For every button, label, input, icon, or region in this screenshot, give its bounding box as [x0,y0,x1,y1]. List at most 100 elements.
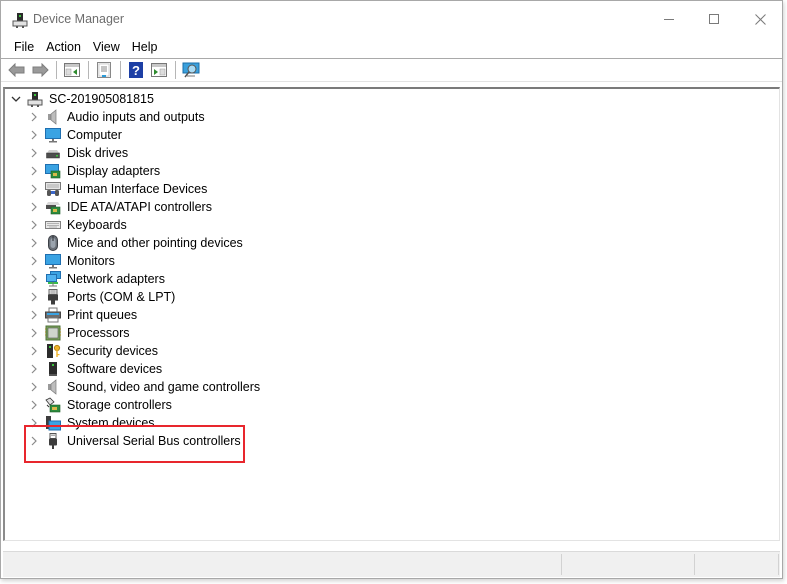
tree-node-processors[interactable]: Processors [27,324,130,342]
tree-node-label: Processors [67,326,130,340]
chevron-right-icon[interactable] [27,144,41,162]
chevron-right-icon[interactable] [27,216,41,234]
chevron-right-icon[interactable] [27,126,41,144]
device-manager-icon [12,12,28,28]
keyboard-icon [45,217,61,233]
properties-icon [97,62,111,78]
chevron-right-icon[interactable] [27,306,41,324]
close-icon [754,13,766,25]
tree-node-label: Software devices [67,362,163,376]
chevron-right-icon[interactable] [27,360,41,378]
window-title: Device Manager [33,12,125,26]
chevron-right-icon[interactable] [27,288,41,306]
mouse-icon [45,235,61,251]
tree-node-software-devices[interactable]: Software devices [27,360,162,378]
menu-file[interactable]: File [8,38,40,57]
tree-node-print-queues[interactable]: Print queues [27,306,137,324]
chevron-right-icon[interactable] [27,432,41,450]
tree-node-label: Keyboards [67,218,127,232]
tree-node-label: Computer [67,128,122,142]
tree-node-label: Monitors [67,254,115,268]
tree-node-label: Storage controllers [67,398,172,412]
forward-arrow-icon [32,63,49,77]
chevron-right-icon[interactable] [27,378,41,396]
chevron-right-icon[interactable] [27,342,41,360]
tree-node-label: IDE ATA/ATAPI controllers [67,200,212,214]
show-action-pane-button[interactable] [148,60,170,80]
tree-node-display-adapters[interactable]: Display adapters [27,162,160,180]
tree-node-label: Sound, video and game controllers [67,380,261,394]
tree-node-label: Audio inputs and outputs [67,110,205,124]
tree-node-computer[interactable]: Computer [27,126,122,144]
tree-node-label: Ports (COM & LPT) [67,290,176,304]
display-adapter-icon [45,163,61,179]
tree-node-ide-ata-atapi-controllers[interactable]: IDE ATA/ATAPI controllers [27,198,212,216]
tree-node-human-interface-devices[interactable]: Human Interface Devices [27,180,207,198]
port-icon [45,289,61,305]
device-tree[interactable]: SC-201905081815 Audio inputs and outputs… [3,87,780,541]
tree-node-sound-video-and-game-controllers[interactable]: Sound, video and game controllers [27,378,260,396]
status-pane-3 [695,554,779,575]
forward-button[interactable] [29,60,51,80]
minimize-button[interactable] [646,1,692,37]
tree-node-label: Network adapters [67,272,165,286]
tree-node-ports-com-lpt[interactable]: Ports (COM & LPT) [27,288,175,306]
help-button[interactable]: ? [125,60,147,80]
tree-node-audio-inputs-and-outputs[interactable]: Audio inputs and outputs [27,108,205,126]
tree-root-node[interactable]: SC-201905081815 [9,90,154,108]
chevron-right-icon[interactable] [27,252,41,270]
tree-node-disk-drives[interactable]: Disk drives [27,144,128,162]
console-tree-icon [64,63,80,77]
tree-node-label: Security devices [67,344,159,358]
tree-node-monitors[interactable]: Monitors [27,252,115,270]
chevron-right-icon[interactable] [27,234,41,252]
printer-icon [45,307,61,323]
tree-node-keyboards[interactable]: Keyboards [27,216,127,234]
tree-node-security-devices[interactable]: Security devices [27,342,158,360]
menu-action[interactable]: Action [40,38,87,57]
chevron-down-icon[interactable] [9,90,23,108]
chevron-right-icon[interactable] [27,324,41,342]
chevron-right-icon[interactable] [27,198,41,216]
tree-node-network-adapters[interactable]: Network adapters [27,270,165,288]
toolbar-separator [120,61,121,79]
back-button[interactable] [6,60,28,80]
tree-node-system-devices[interactable]: System devices [27,414,155,432]
computer-name: SC-201905081815 [49,92,154,106]
chevron-right-icon[interactable] [27,396,41,414]
chevron-right-icon[interactable] [27,108,41,126]
hid-icon [45,181,61,197]
menu-view[interactable]: View [87,38,126,57]
properties-button[interactable] [93,60,115,80]
chevron-right-icon[interactable] [27,162,41,180]
processor-icon [45,325,61,341]
back-arrow-icon [8,63,25,77]
disk-drive-icon [45,145,61,161]
maximize-icon [709,14,719,24]
scan-hardware-button[interactable] [180,60,202,80]
computer-tower-icon [27,91,43,107]
tree-node-storage-controllers[interactable]: Storage controllers [27,396,172,414]
chevron-right-icon[interactable] [27,414,41,432]
menu-bar: File Action View Help [1,37,782,58]
computer-monitor-icon [45,127,61,143]
close-button[interactable] [737,1,783,37]
tree-node-label: Human Interface Devices [67,182,208,196]
status-pane-2 [562,554,695,575]
tree-node-label: System devices [67,416,155,430]
security-device-icon [45,343,61,359]
software-device-icon [45,361,61,377]
show-hide-console-tree-button[interactable] [61,60,83,80]
chevron-right-icon[interactable] [27,180,41,198]
tree-node-universal-serial-bus-controllers[interactable]: Universal Serial Bus controllers [27,432,241,450]
maximize-button[interactable] [691,1,737,37]
device-manager-window: Device Manager File Action View Help ? S… [0,0,783,579]
menu-help[interactable]: Help [126,38,164,57]
network-adapter-icon [45,271,61,287]
chevron-right-icon[interactable] [27,270,41,288]
help-icon: ? [129,62,143,78]
tree-node-label: Display adapters [67,164,161,178]
toolbar-separator [88,61,89,79]
ide-controller-icon [45,199,61,215]
tree-node-mice-and-other-pointing-devices[interactable]: Mice and other pointing devices [27,234,243,252]
